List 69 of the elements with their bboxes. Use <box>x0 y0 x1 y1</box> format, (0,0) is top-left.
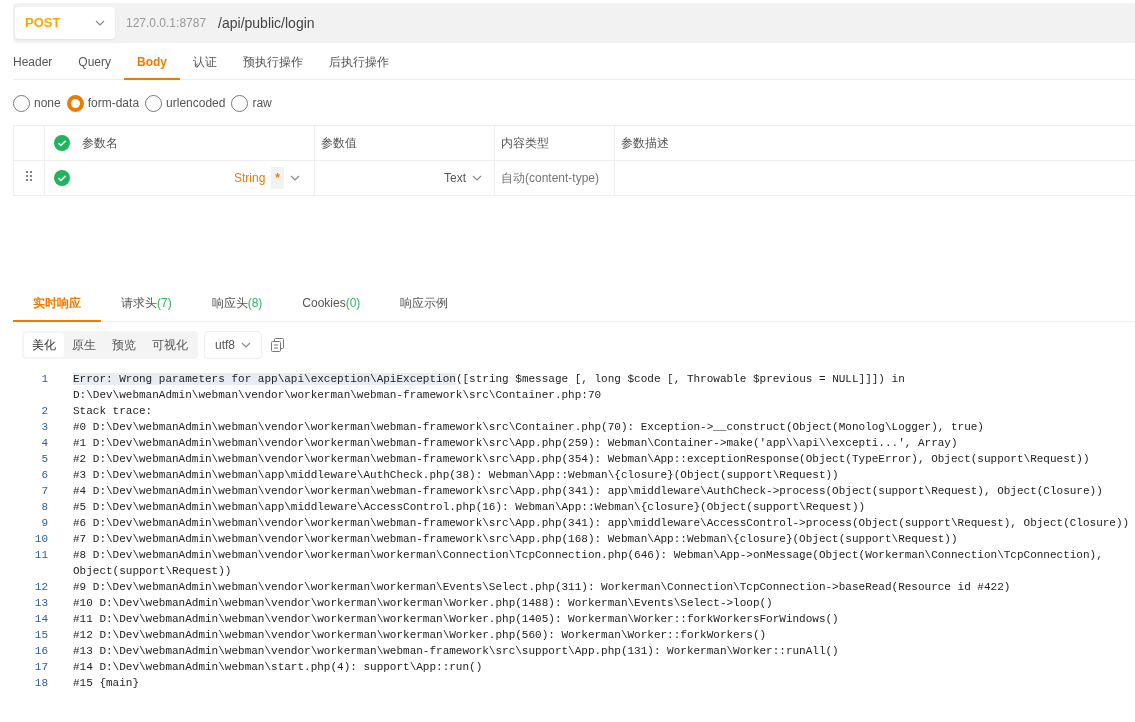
encoding-dropdown[interactable]: utf8 <box>204 331 262 359</box>
request-tab[interactable]: 预执行操作 <box>230 46 317 80</box>
line-number: 18 <box>33 676 49 691</box>
line-number: 6 <box>40 468 49 483</box>
chevron-down-icon <box>472 175 482 181</box>
line-number: 4 <box>40 436 49 451</box>
code-line: #0 D:\Dev\webmanAdmin\webman\vendor\workerman\webman-framework\src\Container.php(70): Exception->__construct(Object(Monolog\Logger), true) <box>73 420 985 435</box>
code-line: #6 D:\Dev\webmanAdmin\webman\vendor\workerman\webman-framework\src\App.php(341): app\middleware\AccessControl->process(Object(support\Request), Object(Closure)) <box>73 516 1131 531</box>
view-mode-option[interactable]: 可视化 <box>144 333 196 357</box>
code-line: #2 D:\Dev\webmanAdmin\webman\vendor\workerman\webman-framework\src\App.php(354): Webman\App::exceptionResponse(Object(TypeError), Object(support\Request)) <box>73 452 1091 467</box>
view-mode-option[interactable]: 美化 <box>24 333 64 357</box>
response-tab[interactable]: 响应示例 <box>380 286 469 322</box>
url-path: /api/public/login <box>218 13 315 33</box>
view-mode-option[interactable]: 预览 <box>104 333 144 357</box>
response-tab[interactable]: 请求头(7) <box>101 286 192 322</box>
body-type-radio[interactable]: raw <box>231 94 272 112</box>
line-number: 14 <box>33 612 49 627</box>
code-line: #14 D:\Dev\webmanAdmin\webman\start.php(4): support\App::run() <box>73 660 484 675</box>
line-number: 17 <box>33 660 49 675</box>
code-line: #15 {main} <box>73 676 140 691</box>
code-line: #7 D:\Dev\webmanAdmin\webman\vendor\workerman\webman-framework\src\App.php(168): Webman\App::Webman\{closure}(Object(support\Request)) <box>73 532 959 547</box>
copy-icon[interactable] <box>271 338 284 352</box>
column-header: 参数值 <box>321 136 357 150</box>
line-number: 8 <box>40 500 49 515</box>
base-url: 127.0.0.1:8787 <box>126 15 207 32</box>
code-line: #10 D:\Dev\webmanAdmin\webman\vendor\workerman\workerman\Worker.php(1488): Workerman\Events\Select->loop() <box>73 596 774 611</box>
column-header: 参数描述 <box>621 136 669 150</box>
value-type-dropdown[interactable]: Text <box>444 169 466 187</box>
line-number: 5 <box>40 452 49 467</box>
code-line: #8 D:\Dev\webmanAdmin\webman\vendor\workerman\workerman\Connection\TcpConnection.php(646): Webman\App->onMessage(Object(Workerman\Connection\TcpConnection), Object(support\Request)) <box>73 548 1104 579</box>
response-tab[interactable]: Cookies(0) <box>282 286 381 322</box>
line-number: 13 <box>33 596 49 611</box>
column-header: 参数名 <box>82 135 118 152</box>
code-line: #13 D:\Dev\webmanAdmin\webman\vendor\workerman\webman-framework\src\support\App.php(131): Workerman\Worker::runAll() <box>73 644 840 659</box>
request-tab[interactable]: 后执行操作 <box>316 46 403 80</box>
code-line: Stack trace: <box>73 404 154 419</box>
code-line: #9 D:\Dev\webmanAdmin\webman\vendor\workerman\workerman\Events\Select.php(311): Workerman\Connection\TcpConnection->baseRead(Resource id #422) <box>73 580 1012 595</box>
line-number: 1 <box>40 372 49 387</box>
checkmark-circle-icon[interactable] <box>54 135 70 151</box>
code-line: #4 D:\Dev\webmanAdmin\webman\vendor\workerman\webman-framework\src\App.php(341): app\middleware\AuthCheck->process(Object(support\Request), Object(Closure)) <box>73 484 1104 499</box>
request-tab[interactable]: Query <box>65 46 125 80</box>
drag-handle-icon[interactable] <box>25 170 33 182</box>
code-line: #3 D:\Dev\webmanAdmin\webman\app\middleware\AuthCheck.php(38): Webman\App::Webman\{closure}(Object(support\Request)) <box>73 468 840 483</box>
code-line: #11 D:\Dev\webmanAdmin\webman\vendor\workerman\workerman\Worker.php(1405): Workerman\Worker::forkWorkersForWindows() <box>73 612 840 627</box>
line-number: 11 <box>33 548 49 563</box>
response-tab[interactable]: 响应头(8) <box>191 286 283 322</box>
body-type-radio[interactable]: none <box>13 94 61 112</box>
line-number: 3 <box>40 420 49 435</box>
line-number: 7 <box>40 484 49 499</box>
line-number: 9 <box>40 516 49 531</box>
line-number: 10 <box>33 532 49 547</box>
line-number: 15 <box>33 628 49 643</box>
code-line: Error: Wrong parameters for app\api\exception\ApiException([string $message [, long $code [, Throwable $previous = NULL]]]) in D:\Dev\webmanAdmin\webman\vendor\workerman\webman-framework\src\Container.php:70 <box>73 372 906 403</box>
chevron-down-icon <box>241 342 251 348</box>
body-type-radio[interactable]: form-data <box>66 94 140 112</box>
column-header: 内容类型 <box>501 136 549 150</box>
code-line: #12 D:\Dev\webmanAdmin\webman\vendor\workerman\workerman\Worker.php(560): Workerman\Worker::forkWorkers() <box>73 628 768 643</box>
line-number: 12 <box>33 580 49 595</box>
request-tab[interactable]: 认证 <box>180 46 231 80</box>
code-line: #5 D:\Dev\webmanAdmin\webman\app\middleware\AccessControl.php(16): Webman\App::Webman\{closure}(Object(support\Request)) <box>73 500 867 515</box>
checkmark-circle-icon[interactable] <box>54 170 70 186</box>
body-type-radio[interactable]: urlencoded <box>145 94 226 112</box>
line-number: 2 <box>40 404 49 419</box>
code-line: #1 D:\Dev\webmanAdmin\webman\vendor\workerman\webman-framework\src\App.php(259): Webman\Container->make('app\\api\\excepti...', Array) <box>73 436 959 451</box>
line-number: 16 <box>33 644 49 659</box>
view-mode-option[interactable]: 原生 <box>64 333 104 357</box>
chevron-down-icon <box>290 175 300 181</box>
chevron-down-icon <box>95 20 105 26</box>
request-tab[interactable]: Header <box>13 46 66 80</box>
